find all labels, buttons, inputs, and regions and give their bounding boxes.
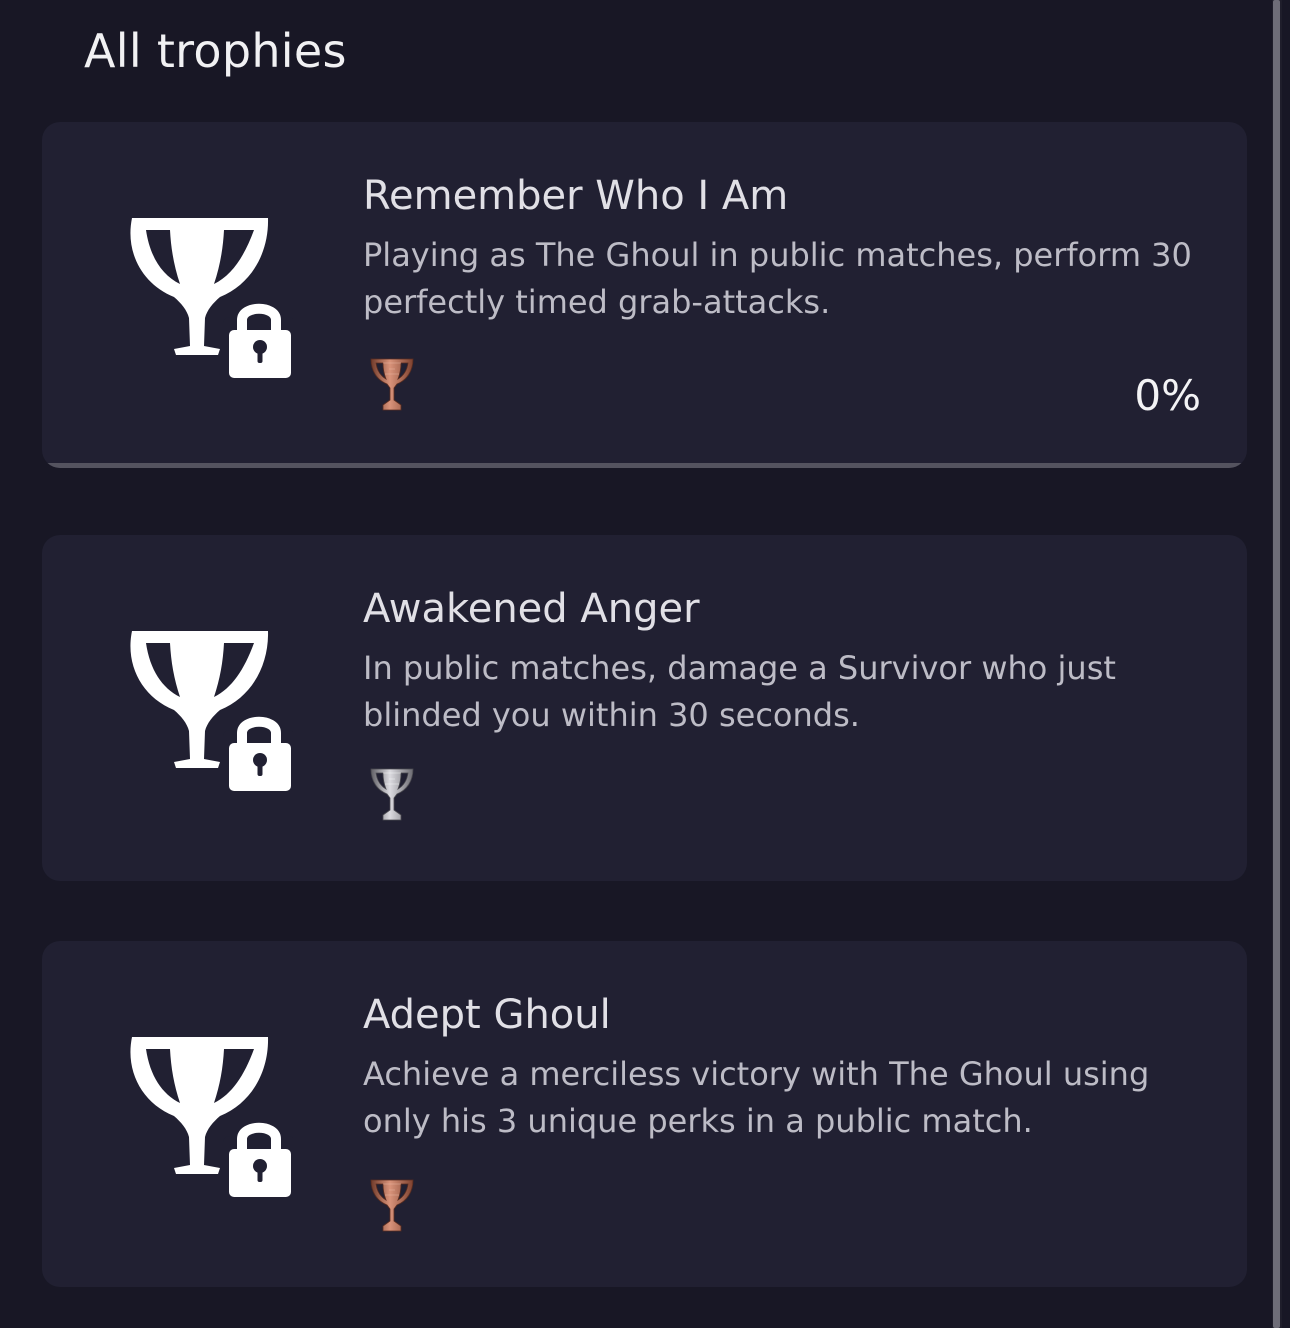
- bronze-trophy-icon: [367, 355, 417, 415]
- progress-percent: 0%: [1134, 371, 1201, 420]
- bronze-trophy-icon: [367, 1176, 417, 1236]
- trophy-name: Awakened Anger: [363, 586, 700, 632]
- trophy-card[interactable]: Awakened Anger In public matches, damage…: [42, 535, 1247, 881]
- trophy-name: Adept Ghoul: [363, 992, 611, 1038]
- section-title: All trophies: [84, 24, 347, 78]
- trophy-description: Achieve a merciless victory with The Gho…: [363, 1055, 1150, 1140]
- silver-trophy-icon: [367, 765, 417, 825]
- trophy-card[interactable]: Remember Who I Am Playing as The Ghoul i…: [42, 122, 1247, 468]
- locked-trophy-icon: [128, 627, 293, 792]
- locked-trophy-icon: [128, 1033, 293, 1198]
- trophy-description: Playing as The Ghoul in public matches, …: [363, 236, 1192, 321]
- trophy-card[interactable]: Adept Ghoul Achieve a merciless victory …: [42, 941, 1247, 1287]
- trophy-name: Remember Who I Am: [363, 173, 789, 219]
- progress-bar: [42, 463, 1247, 468]
- scrollbar-thumb[interactable]: [1273, 0, 1280, 1328]
- locked-trophy-icon: [128, 214, 293, 379]
- trophy-description: In public matches, damage a Survivor who…: [363, 649, 1116, 734]
